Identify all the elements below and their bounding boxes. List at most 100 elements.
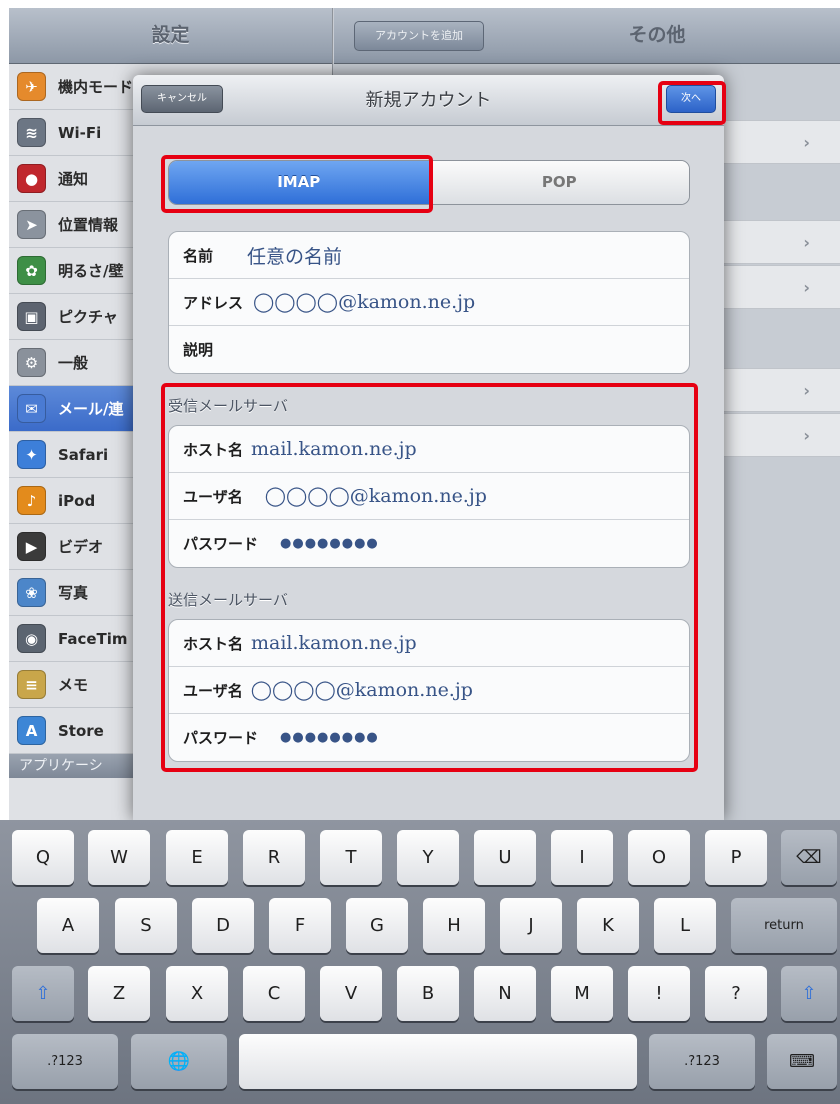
key-h[interactable]: H [423,898,485,953]
field-value: ◯◯◯◯@kamon.ne.jp [253,291,476,313]
key-w[interactable]: W [88,830,150,885]
key-question[interactable]: ? [705,966,767,1021]
space-bar[interactable] [239,1034,637,1089]
key-j[interactable]: J [500,898,562,953]
field-value: mail.kamon.ne.jp [251,632,417,654]
account-type-segmented-control: IMAP POP [168,160,690,205]
key-n[interactable]: N [474,966,536,1021]
key-t[interactable]: T [320,830,382,885]
detail-title: その他 [628,24,686,46]
address-field[interactable]: アドレス ◯◯◯◯@kamon.ne.jp [169,279,689,326]
facetime-icon: ◉ [17,624,46,653]
description-field[interactable]: 説明 [169,326,689,373]
key-u[interactable]: U [474,830,536,885]
outgoing-server-group: ホスト名 mail.kamon.ne.jp ユーザ名 ◯◯◯◯@kamon.ne… [168,619,690,762]
field-label: ユーザ名 [183,487,243,506]
sidebar-item-label: 通知 [58,170,89,188]
compass-icon: ✦ [17,440,46,469]
cancel-button[interactable]: キャンセル [141,85,223,113]
shift-left-key[interactable]: ⇧ [12,966,74,1021]
account-info-group: 名前 任意の名前 アドレス ◯◯◯◯@kamon.ne.jp 説明 [168,231,690,374]
sidebar-item-label: ビデオ [58,538,104,556]
key-l[interactable]: L [654,898,716,953]
outgoing-host-field[interactable]: ホスト名 mail.kamon.ne.jp [169,620,689,667]
field-label: 名前 [183,246,214,265]
sidebar-item-label: Safari [58,445,109,464]
field-label: ホスト名 [183,440,244,459]
sidebar-item-label: 写真 [58,584,89,602]
app-store-icon: A [17,716,46,745]
sidebar-item-label: Wi-Fi [58,123,102,142]
video-icon: ▶ [17,532,46,561]
key-q[interactable]: Q [12,830,74,885]
airplane-icon: ✈ [17,72,46,101]
field-value: ◯◯◯◯@kamon.ne.jp [264,485,487,507]
chevron-right-icon: › [803,426,810,445]
sidebar-item-label: ピクチャ [58,308,118,326]
field-label: パスワード [183,535,259,553]
key-e[interactable]: E [166,830,228,885]
chevron-right-icon: › [803,278,810,297]
on-screen-keyboard: Q W E R T Y U I O P ⌫ A S D F G H J K L … [0,820,840,1104]
sheet-navbar: 新規アカウント キャンセル 次へ [133,75,724,126]
notification-icon: ● [17,164,46,193]
key-g[interactable]: G [346,898,408,953]
key-s[interactable]: S [115,898,177,953]
sidebar-item-label: iPod [58,491,96,510]
picture-frame-icon: ▣ [17,302,46,331]
new-account-sheet: 新規アカウント キャンセル 次へ IMAP POP 名前 任意の名前 アドレス … [133,75,724,820]
numbers-key-left[interactable]: .?123 [12,1034,118,1089]
sidebar-item-label: メール/連 [58,400,124,418]
key-a[interactable]: A [37,898,99,953]
return-key[interactable]: return [731,898,837,953]
mail-icon: ✉ [17,394,46,423]
key-p[interactable]: P [705,830,767,885]
field-label: 説明 [183,341,214,359]
incoming-username-field[interactable]: ユーザ名 ◯◯◯◯@kamon.ne.jp [169,473,689,520]
incoming-password-field[interactable]: パスワード ●●●●●●●● [169,520,689,567]
key-f[interactable]: F [269,898,331,953]
numbers-key-right[interactable]: .?123 [649,1034,755,1089]
key-c[interactable]: C [243,966,305,1021]
key-d[interactable]: D [192,898,254,953]
sunflower-icon: ❀ [17,578,46,607]
outgoing-username-field[interactable]: ユーザ名 ◯◯◯◯@kamon.ne.jp [169,667,689,714]
key-x[interactable]: X [166,966,228,1021]
field-label: ユーザ名 [183,681,243,700]
hide-keyboard-icon[interactable]: ⌨ [767,1034,837,1089]
key-z[interactable]: Z [88,966,150,1021]
next-button[interactable]: 次へ [666,85,716,113]
key-b[interactable]: B [397,966,459,1021]
segment-imap[interactable]: IMAP [169,161,429,204]
key-exclamation[interactable]: ! [628,966,690,1021]
chevron-right-icon: › [803,381,810,400]
ipod-icon: ♪ [17,486,46,515]
key-y[interactable]: Y [397,830,459,885]
sidebar-title: 設定 [9,8,332,64]
sidebar-item-label: 位置情報 [58,216,119,234]
field-label: ホスト名 [183,634,244,653]
backspace-key[interactable]: ⌫ [781,830,837,885]
key-r[interactable]: R [243,830,305,885]
segment-pop[interactable]: POP [428,161,689,204]
globe-icon[interactable]: 🌐 [131,1034,227,1089]
wifi-icon: ≋ [17,118,46,147]
shift-right-key[interactable]: ⇧ [781,966,837,1021]
key-o[interactable]: O [628,830,690,885]
key-i[interactable]: I [551,830,613,885]
gear-icon: ⚙ [17,348,46,377]
incoming-server-group: ホスト名 mail.kamon.ne.jp ユーザ名 ◯◯◯◯@kamon.ne… [168,425,690,568]
incoming-host-field[interactable]: ホスト名 mail.kamon.ne.jp [169,426,689,473]
field-label: アドレス [183,293,244,312]
name-field[interactable]: 名前 任意の名前 [169,232,689,279]
sidebar-item-label: Store [58,721,104,740]
key-m[interactable]: M [551,966,613,1021]
key-v[interactable]: V [320,966,382,1021]
sidebar-item-label: 機内モード [58,78,134,96]
password-dots: ●●●●●●●● [280,536,379,551]
key-k[interactable]: K [577,898,639,953]
outgoing-password-field[interactable]: パスワード ●●●●●●●● [169,714,689,761]
incoming-server-header: 受信メールサーバ [168,397,288,415]
chevron-right-icon: › [803,233,810,252]
sidebar-item-label: FaceTim [58,629,128,648]
